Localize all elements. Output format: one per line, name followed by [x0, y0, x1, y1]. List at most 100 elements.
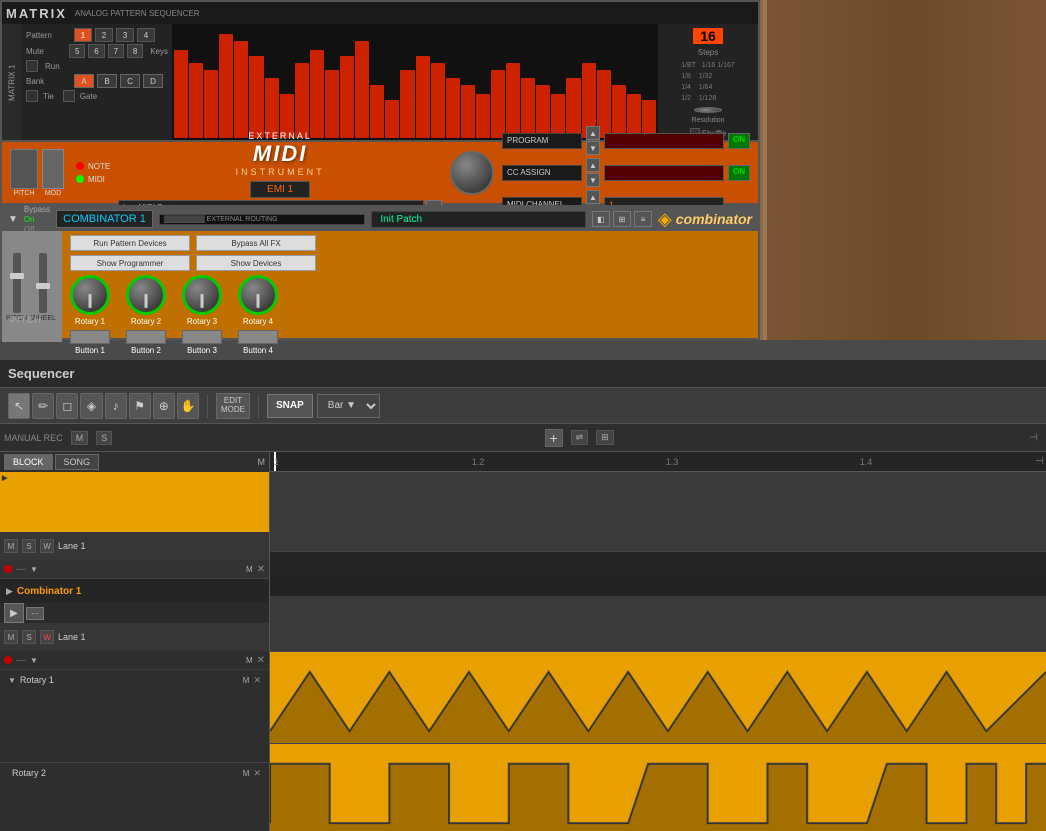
button-4[interactable]	[238, 330, 278, 344]
cc-down-btn[interactable]: ▼	[586, 173, 600, 187]
step-bar-21[interactable]	[476, 94, 490, 138]
track-block-yellow-1[interactable]: ▶	[0, 472, 269, 532]
program-down-btn[interactable]: ▼	[586, 141, 600, 155]
zoom-tool-btn[interactable]: ⊕	[153, 393, 175, 419]
sub-lane-arrow[interactable]: ▼	[30, 656, 38, 665]
track-mx-btn-1[interactable]: M	[246, 565, 253, 574]
block-tab[interactable]: BLOCK	[4, 454, 53, 470]
pencil-tool-btn[interactable]: ✏	[32, 393, 54, 419]
pitch-fader[interactable]	[10, 149, 38, 189]
rotary-1[interactable]	[70, 275, 110, 315]
step-bar-3[interactable]	[204, 70, 218, 138]
step-bar-5[interactable]	[234, 41, 248, 138]
track-grid-btn[interactable]: ⊞	[596, 430, 614, 445]
rotary-3[interactable]	[182, 275, 222, 315]
edit-mode-btn[interactable]: EDIT MODE	[216, 393, 250, 419]
cc-field[interactable]	[604, 165, 724, 181]
note-tool-btn[interactable]: ♪	[105, 393, 127, 419]
pitch-fader-handle[interactable]	[10, 273, 24, 279]
num-btn-6[interactable]: 6	[88, 44, 104, 58]
sub-lane-s-btn[interactable]: S	[22, 630, 36, 644]
comb-settings-btn[interactable]: ≡	[634, 211, 652, 227]
paint-tool-btn[interactable]: ◈	[80, 393, 102, 419]
wheel-fader-handle[interactable]	[36, 283, 50, 289]
resolution-knob[interactable]	[694, 107, 722, 113]
tie-checkbox[interactable]	[26, 90, 38, 102]
snap-btn[interactable]: SNAP	[267, 394, 313, 418]
midi-big-knob[interactable]	[450, 151, 494, 195]
bank-d[interactable]: D	[143, 74, 163, 88]
comb-patch-btn[interactable]: ⊞	[613, 211, 631, 227]
bank-b[interactable]: B	[97, 74, 117, 88]
gate-checkbox[interactable]	[63, 90, 75, 102]
button-3[interactable]	[182, 330, 222, 344]
combinator-expand-btn[interactable]: ▼	[8, 214, 18, 225]
sub-lane-w-btn[interactable]: W	[40, 630, 54, 644]
rotary-4[interactable]	[238, 275, 278, 315]
step-bar-11[interactable]	[325, 70, 339, 138]
rotary-2-m-btn[interactable]: M	[243, 769, 250, 778]
rotary-1-m-btn[interactable]: M	[243, 676, 250, 685]
run-pattern-btn[interactable]: Run Pattern Devices	[70, 235, 190, 251]
m-btn-header[interactable]: M	[71, 431, 89, 445]
lane-1-section[interactable]	[270, 472, 1046, 552]
sub-lane-x-btn[interactable]: ✕	[257, 655, 265, 666]
sub-lane-m-btn[interactable]: M	[4, 630, 18, 644]
cc-up-btn[interactable]: ▲	[586, 158, 600, 172]
pitch-fader-track[interactable]	[13, 253, 21, 313]
track-m-btn-1[interactable]: M	[4, 539, 18, 553]
channel-up-btn[interactable]: ▲	[586, 190, 600, 204]
s-btn-header[interactable]: S	[96, 431, 112, 445]
step-bar-2[interactable]	[189, 63, 203, 138]
program-on-btn[interactable]: ON	[728, 133, 750, 149]
song-tab[interactable]: SONG	[55, 454, 100, 470]
show-devices-btn[interactable]: Show Devices	[196, 255, 316, 271]
init-patch-display[interactable]: Init Patch	[371, 211, 586, 228]
hand-tool-btn[interactable]: ✋	[177, 393, 199, 419]
num-btn-2[interactable]: 2	[95, 28, 113, 42]
step-bar-7[interactable]	[265, 78, 279, 139]
num-btn-3[interactable]: 3	[116, 28, 134, 42]
device-icon[interactable]: ▶	[4, 603, 24, 623]
cc-on-btn[interactable]: ON	[728, 165, 750, 181]
step-bar-19[interactable]	[446, 78, 460, 139]
matrix-step-grid[interactable]	[172, 24, 658, 142]
wheel-fader-track[interactable]	[39, 253, 47, 313]
sub-lane-mx-btn[interactable]: M	[246, 656, 253, 665]
mod-fader[interactable]	[42, 149, 64, 189]
group-expand-icon[interactable]: ▶	[6, 586, 13, 597]
arrow-tool-btn[interactable]: ↖	[8, 393, 30, 419]
rotary-2-x-btn[interactable]: ✕	[253, 768, 261, 779]
num-btn-8[interactable]: 8	[127, 44, 143, 58]
step-bar-10[interactable]	[310, 50, 324, 138]
rotary-1-expand[interactable]: ▼	[8, 676, 16, 685]
bypass-fx-btn[interactable]: Bypass All FX	[196, 235, 316, 251]
eraser-tool-btn[interactable]: ◻	[56, 393, 78, 419]
rotary-2-automation-lane[interactable]	[270, 744, 1046, 831]
step-bar-1[interactable]	[174, 50, 188, 138]
step-bar-16[interactable]	[400, 70, 414, 138]
rotary-2[interactable]	[126, 275, 166, 315]
show-programmer-btn[interactable]: Show Programmer	[70, 255, 190, 271]
step-bar-9[interactable]	[295, 63, 309, 138]
run-checkbox[interactable]	[26, 60, 38, 72]
track-x-btn-1[interactable]: ✕	[257, 564, 265, 575]
flag-tool-btn[interactable]: ⚑	[129, 393, 151, 419]
track-s-btn-1[interactable]: S	[22, 539, 36, 553]
rotary-1-automation-lane[interactable]	[270, 652, 1046, 744]
num-btn-5[interactable]: 5	[69, 44, 85, 58]
num-btn-7[interactable]: 7	[108, 44, 124, 58]
track-arrow-1[interactable]: ▼	[30, 565, 38, 574]
step-bar-12[interactable]	[340, 56, 354, 139]
step-bar-18[interactable]	[431, 63, 445, 138]
step-bar-4[interactable]	[219, 34, 233, 139]
sub-lane-1-section[interactable]	[270, 596, 1046, 652]
rotary-1-x-btn[interactable]: ✕	[253, 675, 261, 686]
step-bar-20[interactable]	[461, 85, 475, 138]
bar-select[interactable]: Bar ▼	[317, 394, 380, 418]
track-w-btn-1[interactable]: W	[40, 539, 54, 553]
button-1[interactable]	[70, 330, 110, 344]
step-bar-13[interactable]	[355, 41, 369, 138]
num-btn-4[interactable]: 4	[137, 28, 155, 42]
midi-name-display[interactable]: EMI 1	[250, 181, 310, 198]
